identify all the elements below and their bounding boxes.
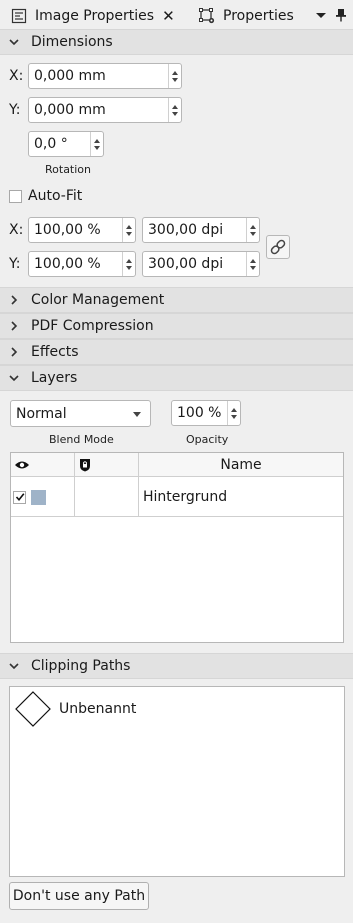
section-title: Effects bbox=[31, 344, 79, 360]
opacity-label: Opacity bbox=[186, 433, 229, 446]
spin-buttons[interactable] bbox=[227, 401, 240, 425]
chevron-down-icon bbox=[9, 663, 19, 670]
clipping-paths-list: Unbenannt bbox=[9, 686, 345, 877]
blend-mode-combobox[interactable]: Normal bbox=[10, 400, 151, 427]
close-icon[interactable]: ✕ bbox=[162, 7, 175, 25]
eye-icon bbox=[15, 461, 29, 468]
scale-y-label: Y: bbox=[9, 256, 21, 272]
tab-image-properties[interactable]: Image Properties ✕ bbox=[0, 0, 188, 31]
tab-label: Properties bbox=[223, 7, 294, 24]
spin-buttons[interactable] bbox=[122, 218, 135, 242]
x-position-spinbox[interactable]: 0,000 mm bbox=[28, 63, 182, 89]
tab-properties[interactable]: Properties bbox=[190, 0, 310, 31]
lock-icon bbox=[80, 458, 90, 471]
section-title: Clipping Paths bbox=[31, 658, 131, 674]
scale-x-percent-spinbox[interactable]: 100,00 % bbox=[28, 217, 136, 243]
properties-icon bbox=[199, 7, 215, 23]
y-position-value: 0,000 mm bbox=[34, 102, 106, 118]
lock-cell[interactable] bbox=[75, 477, 139, 517]
tab-label: Image Properties bbox=[35, 7, 155, 24]
layer-name: Hintergrund bbox=[143, 489, 228, 505]
section-color-management[interactable]: Color Management bbox=[0, 287, 353, 313]
layer-color-swatch bbox=[31, 489, 46, 505]
checkmark-icon bbox=[15, 493, 24, 502]
rotation-label: Rotation bbox=[45, 163, 92, 176]
x-label: X: bbox=[9, 68, 24, 84]
section-clipping-paths[interactable]: Clipping Paths bbox=[0, 653, 353, 679]
blend-mode-label: Blend Mode bbox=[49, 433, 114, 446]
layers-table: Name Hintergrund bbox=[10, 452, 344, 643]
pin-icon[interactable] bbox=[334, 7, 348, 23]
visibility-cell[interactable] bbox=[11, 477, 75, 517]
dropdown-menu-icon[interactable] bbox=[314, 7, 328, 23]
x-position-value: 0,000 mm bbox=[34, 68, 106, 84]
section-dimensions[interactable]: Dimensions bbox=[0, 29, 353, 55]
image-properties-icon bbox=[11, 8, 27, 23]
chain-link-icon bbox=[270, 239, 286, 255]
chevron-right-icon bbox=[11, 321, 18, 331]
section-pdf-compression[interactable]: PDF Compression bbox=[0, 313, 353, 339]
autofit-checkbox[interactable] bbox=[9, 190, 22, 203]
autofit-label[interactable]: Auto-Fit bbox=[28, 188, 82, 204]
column-name-label: Name bbox=[220, 456, 262, 473]
section-title: Color Management bbox=[31, 292, 165, 308]
dock-tab-bar: Image Properties ✕ Properties bbox=[0, 0, 353, 31]
dont-use-path-button[interactable]: Don't use any Path bbox=[9, 882, 149, 910]
path-diamond-icon bbox=[15, 691, 51, 727]
keep-ratio-button[interactable] bbox=[266, 235, 290, 259]
chevron-down-icon bbox=[133, 412, 141, 417]
table-row[interactable]: Hintergrund bbox=[11, 477, 343, 517]
scale-y-dpi-value: 300,00 dpi bbox=[148, 256, 224, 272]
section-effects[interactable]: Effects bbox=[0, 339, 353, 365]
spin-buttons[interactable] bbox=[122, 252, 135, 276]
section-title: PDF Compression bbox=[31, 318, 154, 334]
chevron-down-icon bbox=[9, 375, 19, 382]
chevron-right-icon bbox=[11, 295, 18, 305]
scale-x-percent-value: 100,00 % bbox=[34, 222, 101, 238]
section-title: Layers bbox=[31, 370, 78, 386]
list-item[interactable]: Unbenannt bbox=[14, 691, 314, 727]
chevron-right-icon bbox=[11, 347, 18, 357]
opacity-value: 100 % bbox=[177, 405, 222, 421]
spin-buttons[interactable] bbox=[168, 64, 181, 88]
opacity-spinbox[interactable]: 100 % bbox=[171, 400, 241, 426]
scale-y-percent-spinbox[interactable]: 100,00 % bbox=[28, 251, 136, 277]
section-title: Dimensions bbox=[31, 34, 113, 50]
column-name[interactable]: Name bbox=[139, 453, 343, 477]
rotation-value: 0,0 ° bbox=[34, 136, 68, 152]
blend-mode-value: Normal bbox=[16, 405, 67, 422]
column-lock[interactable] bbox=[75, 453, 139, 477]
spin-buttons[interactable] bbox=[246, 218, 259, 242]
scale-x-label: X: bbox=[9, 222, 24, 238]
visibility-checkbox[interactable] bbox=[13, 490, 26, 504]
scale-x-dpi-spinbox[interactable]: 300,00 dpi bbox=[142, 217, 260, 243]
rotation-spinbox[interactable]: 0,0 ° bbox=[28, 131, 104, 157]
chevron-down-icon bbox=[9, 39, 19, 46]
scale-y-dpi-spinbox[interactable]: 300,00 dpi bbox=[142, 251, 260, 277]
section-layers[interactable]: Layers bbox=[0, 365, 353, 391]
name-cell[interactable]: Hintergrund bbox=[139, 477, 343, 517]
y-label: Y: bbox=[9, 102, 21, 118]
scale-x-dpi-value: 300,00 dpi bbox=[148, 222, 224, 238]
spin-buttons[interactable] bbox=[90, 132, 103, 156]
column-visibility[interactable] bbox=[11, 453, 75, 477]
spin-buttons[interactable] bbox=[168, 98, 181, 122]
spin-buttons[interactable] bbox=[246, 252, 259, 276]
y-position-spinbox[interactable]: 0,000 mm bbox=[28, 97, 182, 123]
scale-y-percent-value: 100,00 % bbox=[34, 256, 101, 272]
path-name: Unbenannt bbox=[59, 701, 137, 717]
